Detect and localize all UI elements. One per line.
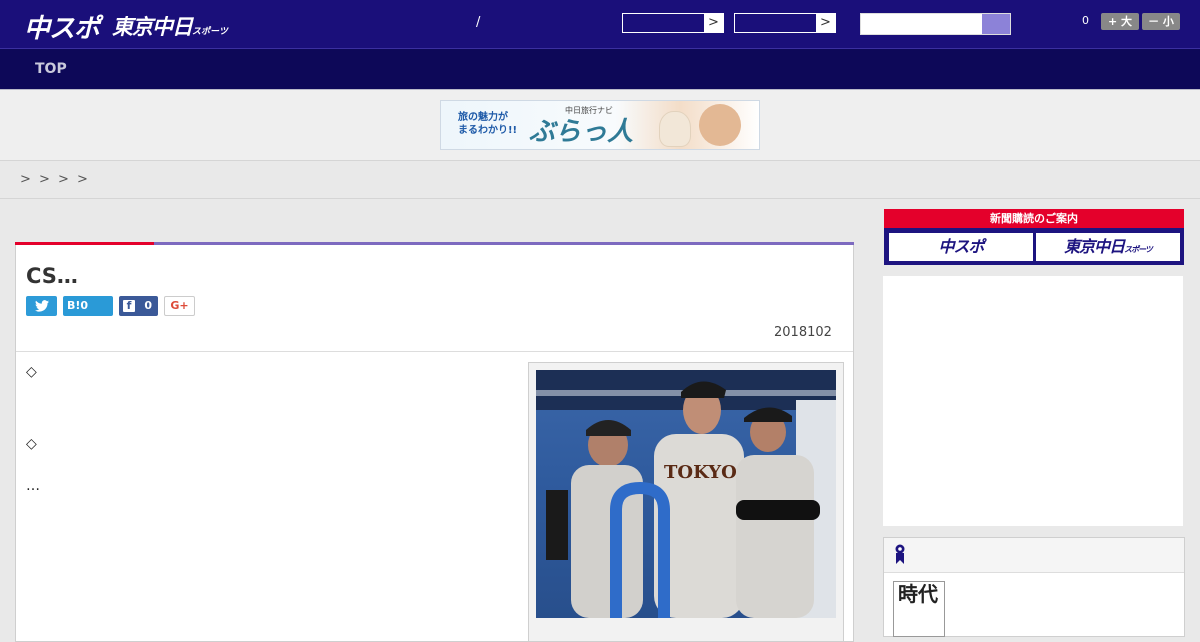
sidebar-ad[interactable] xyxy=(883,276,1183,526)
article-photo[interactable]: TOKYO xyxy=(536,370,836,618)
main-nav: TOP xyxy=(0,49,1200,90)
article-paragraph: ◇ xyxy=(26,436,37,452)
tokyo-chunichi-subscription-text: 東京中日 xyxy=(1064,237,1125,256)
twitter-icon xyxy=(34,300,49,312)
breadcrumb-separator: > xyxy=(77,172,88,187)
tokyo-chunichi-logo-text: 東京中日 xyxy=(112,15,193,39)
woman-photo xyxy=(699,104,741,146)
hatena-count: 0 xyxy=(80,299,89,312)
site-header: 中スポ 東京中日スポーツ / > > 0 + 大 － 小 xyxy=(0,0,1200,49)
ribbon-icon xyxy=(895,544,905,564)
article-divider xyxy=(16,351,853,352)
twitter-share-button[interactable] xyxy=(26,296,57,316)
article-accent-purple xyxy=(154,242,854,245)
breadcrumb-separator: > xyxy=(39,172,50,187)
google-plus-share-button[interactable]: G+ xyxy=(164,296,195,316)
hatena-bookmark-button[interactable]: B!0 xyxy=(63,296,113,316)
article-accent-red xyxy=(15,242,154,245)
header-separator: / xyxy=(476,15,481,30)
banner-tagline-line2: まるわかり!! xyxy=(458,125,518,136)
facebook-icon: f xyxy=(123,300,135,312)
article-date: 2018102 xyxy=(774,325,832,340)
article-title: CS… xyxy=(26,264,78,288)
category-dropdown-2[interactable]: > xyxy=(734,13,836,33)
travel-ad-banner[interactable]: 旅の魅力が まるわかり!! 中日旅行ナビ ぶらっ人 xyxy=(440,100,760,150)
breadcrumb-separator: > xyxy=(20,172,31,187)
jersey-text: TOKYO xyxy=(664,462,737,483)
category-dropdown-1[interactable]: > xyxy=(622,13,724,33)
chuspo-subscription-link[interactable]: 中スポ xyxy=(889,233,1033,261)
font-size-down-button[interactable]: － 小 xyxy=(1142,13,1180,30)
breadcrumb-separator: > xyxy=(58,172,69,187)
search-button[interactable] xyxy=(982,14,1010,34)
nav-item-top[interactable]: TOP xyxy=(35,61,67,77)
banner-area: 旅の魅力が まるわかり!! 中日旅行ナビ ぶらっ人 xyxy=(0,90,1200,161)
article-paragraph: … xyxy=(26,478,40,494)
hatena-icon: B! xyxy=(67,299,81,312)
banner-tagline: 旅の魅力がまるわかり!! xyxy=(458,111,517,137)
tokyo-chunichi-logo[interactable]: 東京中日スポーツ xyxy=(112,11,228,41)
chuspo-logo[interactable]: 中スポ xyxy=(24,8,100,45)
tokyo-chunichi-logo-sub: スポーツ xyxy=(192,27,228,37)
sidebar-widget-header xyxy=(884,538,1184,573)
banner-tagline-line1: 旅の魅力が xyxy=(458,112,508,123)
seashell-image xyxy=(659,111,691,147)
tokyo-chunichi-subscription-link[interactable]: 東京中日スポーツ xyxy=(1036,233,1180,261)
font-size-up-button[interactable]: + 大 xyxy=(1101,13,1139,30)
breadcrumb: > > > > xyxy=(0,161,1200,199)
font-size-indicator: 0 xyxy=(1082,14,1089,27)
search-input[interactable] xyxy=(860,13,1011,35)
baseball-players-image: TOKYO xyxy=(536,370,836,618)
article-paragraph: ◇ xyxy=(26,364,37,380)
facebook-count: 0 xyxy=(144,299,152,312)
book-thumbnail[interactable]: 時代 xyxy=(893,581,945,637)
newspaper-subscription-heading: 新聞購読のご案内 xyxy=(990,212,1078,225)
tokyo-chunichi-subscription-sub: スポーツ xyxy=(1124,245,1153,254)
chevron-right-icon: > xyxy=(704,14,723,32)
chevron-right-icon: > xyxy=(816,14,835,32)
facebook-share-button[interactable]: f 0 xyxy=(119,296,158,316)
banner-brand: ぶらっ人 xyxy=(529,117,634,147)
